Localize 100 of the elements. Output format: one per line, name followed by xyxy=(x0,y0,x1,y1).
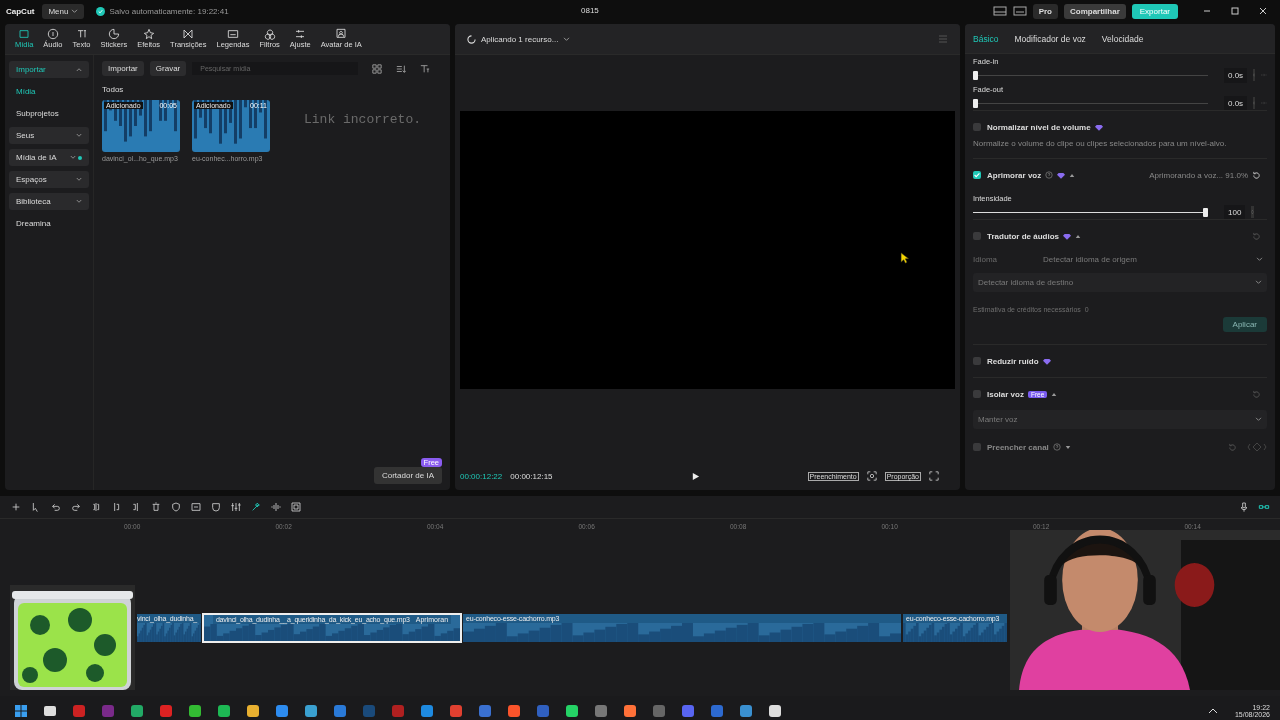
inspector-tab[interactable]: Básico xyxy=(973,33,999,44)
microphone-icon[interactable] xyxy=(1238,501,1250,513)
option-label: Preencher canal xyxy=(987,442,1049,452)
app-icon[interactable] xyxy=(507,704,521,718)
slider-thumb[interactable] xyxy=(1203,207,1208,217)
option-label: Reduzir ruído xyxy=(987,356,1039,366)
adjust-icon[interactable] xyxy=(230,501,242,513)
layout-icon[interactable] xyxy=(992,6,1007,16)
collapse-icon[interactable] xyxy=(1075,233,1081,239)
sidebar-item[interactable]: Dreamina xyxy=(9,215,89,232)
maximize-icon[interactable] xyxy=(1230,6,1240,16)
value-field[interactable]: 0.0s xyxy=(1224,67,1248,83)
app-icon[interactable] xyxy=(188,704,202,718)
ai-cutter-button[interactable]: Cortador de IA xyxy=(373,467,442,484)
sidebar-item[interactable]: Espaços xyxy=(9,171,89,188)
windows-icon[interactable] xyxy=(14,704,28,718)
checkbox[interactable] xyxy=(973,171,981,179)
sidebar-item[interactable]: Biblioteca xyxy=(9,193,89,210)
chevron-icon xyxy=(1256,257,1263,262)
pro-button[interactable]: Pro xyxy=(1032,3,1058,19)
check-icon xyxy=(96,6,106,16)
app-icon[interactable] xyxy=(246,704,260,718)
option-label: Normalizar nível de volume xyxy=(987,122,1091,132)
option-label: Isolar voz xyxy=(987,389,1024,399)
option-label: Tradutor de áudios xyxy=(987,231,1059,241)
option-description: Normalize o volume do clipe ou clipes selecionados para um nível-alvo. xyxy=(973,139,1228,148)
checkbox[interactable] xyxy=(973,357,981,365)
add-icon[interactable] xyxy=(10,501,22,513)
search-icon[interactable] xyxy=(43,704,57,718)
split-icon[interactable] xyxy=(90,501,102,513)
app-icon[interactable] xyxy=(565,704,579,718)
sort-icon[interactable] xyxy=(396,63,407,74)
project-title: 0815 xyxy=(581,6,599,15)
record-button[interactable]: Gravar xyxy=(149,61,187,76)
loading-icon xyxy=(467,34,476,44)
app-icon[interactable] xyxy=(304,704,318,718)
sidebar-item[interactable]: Mídia xyxy=(9,83,89,100)
help-icon[interactable] xyxy=(1045,171,1054,179)
cursor-icon xyxy=(900,252,909,264)
app-icon[interactable] xyxy=(768,704,782,718)
audio-icon[interactable] xyxy=(270,501,282,513)
slider-thumb[interactable] xyxy=(973,98,978,108)
sidebar-item[interactable]: Seus xyxy=(9,127,89,144)
checkbox[interactable] xyxy=(973,390,981,398)
mask-icon[interactable] xyxy=(210,501,222,513)
checkbox[interactable] xyxy=(973,123,981,131)
player-status[interactable]: Aplicando 1 recurso... xyxy=(481,34,559,44)
inspector-tab[interactable]: Velocidade xyxy=(1101,33,1144,44)
transition-icon xyxy=(182,28,195,40)
app-icon[interactable] xyxy=(217,704,231,718)
media-icon xyxy=(18,28,31,40)
freeze-icon[interactable] xyxy=(190,501,202,513)
import-button[interactable]: Importar xyxy=(102,61,144,76)
star-icon xyxy=(142,28,155,40)
share-button[interactable]: Compartilhar xyxy=(1063,3,1126,19)
undo-icon[interactable] xyxy=(50,501,62,513)
app-icon[interactable] xyxy=(623,704,637,718)
crop-icon[interactable] xyxy=(290,501,302,513)
waveform xyxy=(137,623,201,642)
inspector-tab[interactable]: Modificador de voz xyxy=(1014,33,1086,44)
section-title: Todos xyxy=(102,85,125,94)
total-time: 00:00:12:15 xyxy=(510,471,553,481)
text-icon xyxy=(75,28,88,40)
delete-icon[interactable] xyxy=(150,501,162,513)
magic-icon[interactable] xyxy=(250,501,262,513)
subtitle-icon[interactable] xyxy=(1012,6,1027,16)
grid-icon[interactable] xyxy=(372,63,383,74)
sticker-icon xyxy=(107,28,120,40)
caption-icon xyxy=(226,28,239,40)
value-field[interactable]: 0.0s xyxy=(1224,95,1248,111)
save-status: Salvo automaticamente: 19:22:41 xyxy=(109,6,229,16)
option-label: Aprimorar voz xyxy=(987,170,1042,180)
redo-icon[interactable] xyxy=(70,501,82,513)
shield-icon[interactable] xyxy=(170,501,182,513)
chevron-icon xyxy=(1255,417,1262,422)
sidebar-item[interactable]: Subprojetos xyxy=(9,105,89,122)
value-field[interactable]: 100 xyxy=(1224,204,1246,220)
app-icon[interactable] xyxy=(130,704,144,718)
sidebar-item[interactable]: Mídia de IA xyxy=(9,149,89,166)
field-label: Idioma xyxy=(973,255,998,264)
audio-icon xyxy=(46,28,59,40)
collapse-icon[interactable] xyxy=(1069,172,1076,178)
chevron-icon xyxy=(71,8,79,14)
collapse-icon[interactable] xyxy=(1051,391,1058,397)
filter-icon[interactable] xyxy=(420,63,431,74)
avatar-icon xyxy=(335,28,348,40)
screenshot-icon[interactable] xyxy=(866,471,877,481)
slider-thumb[interactable] xyxy=(973,70,978,80)
sliders-icon xyxy=(294,28,307,40)
fullscreen-icon[interactable] xyxy=(928,471,939,481)
play-icon[interactable] xyxy=(690,471,700,481)
chevron-icon xyxy=(1255,280,1262,285)
close-icon[interactable] xyxy=(1258,6,1268,16)
progress-status: Aprimorando a voz... 91.0% xyxy=(1149,170,1248,180)
error-message: Link incorreto. xyxy=(304,112,422,127)
menu-button[interactable]: Menu xyxy=(42,3,85,19)
filter-icon xyxy=(263,28,276,40)
app-logo: CapCut xyxy=(6,6,35,16)
sidebar-item[interactable]: Importar xyxy=(9,61,89,78)
checkbox[interactable] xyxy=(973,232,981,240)
